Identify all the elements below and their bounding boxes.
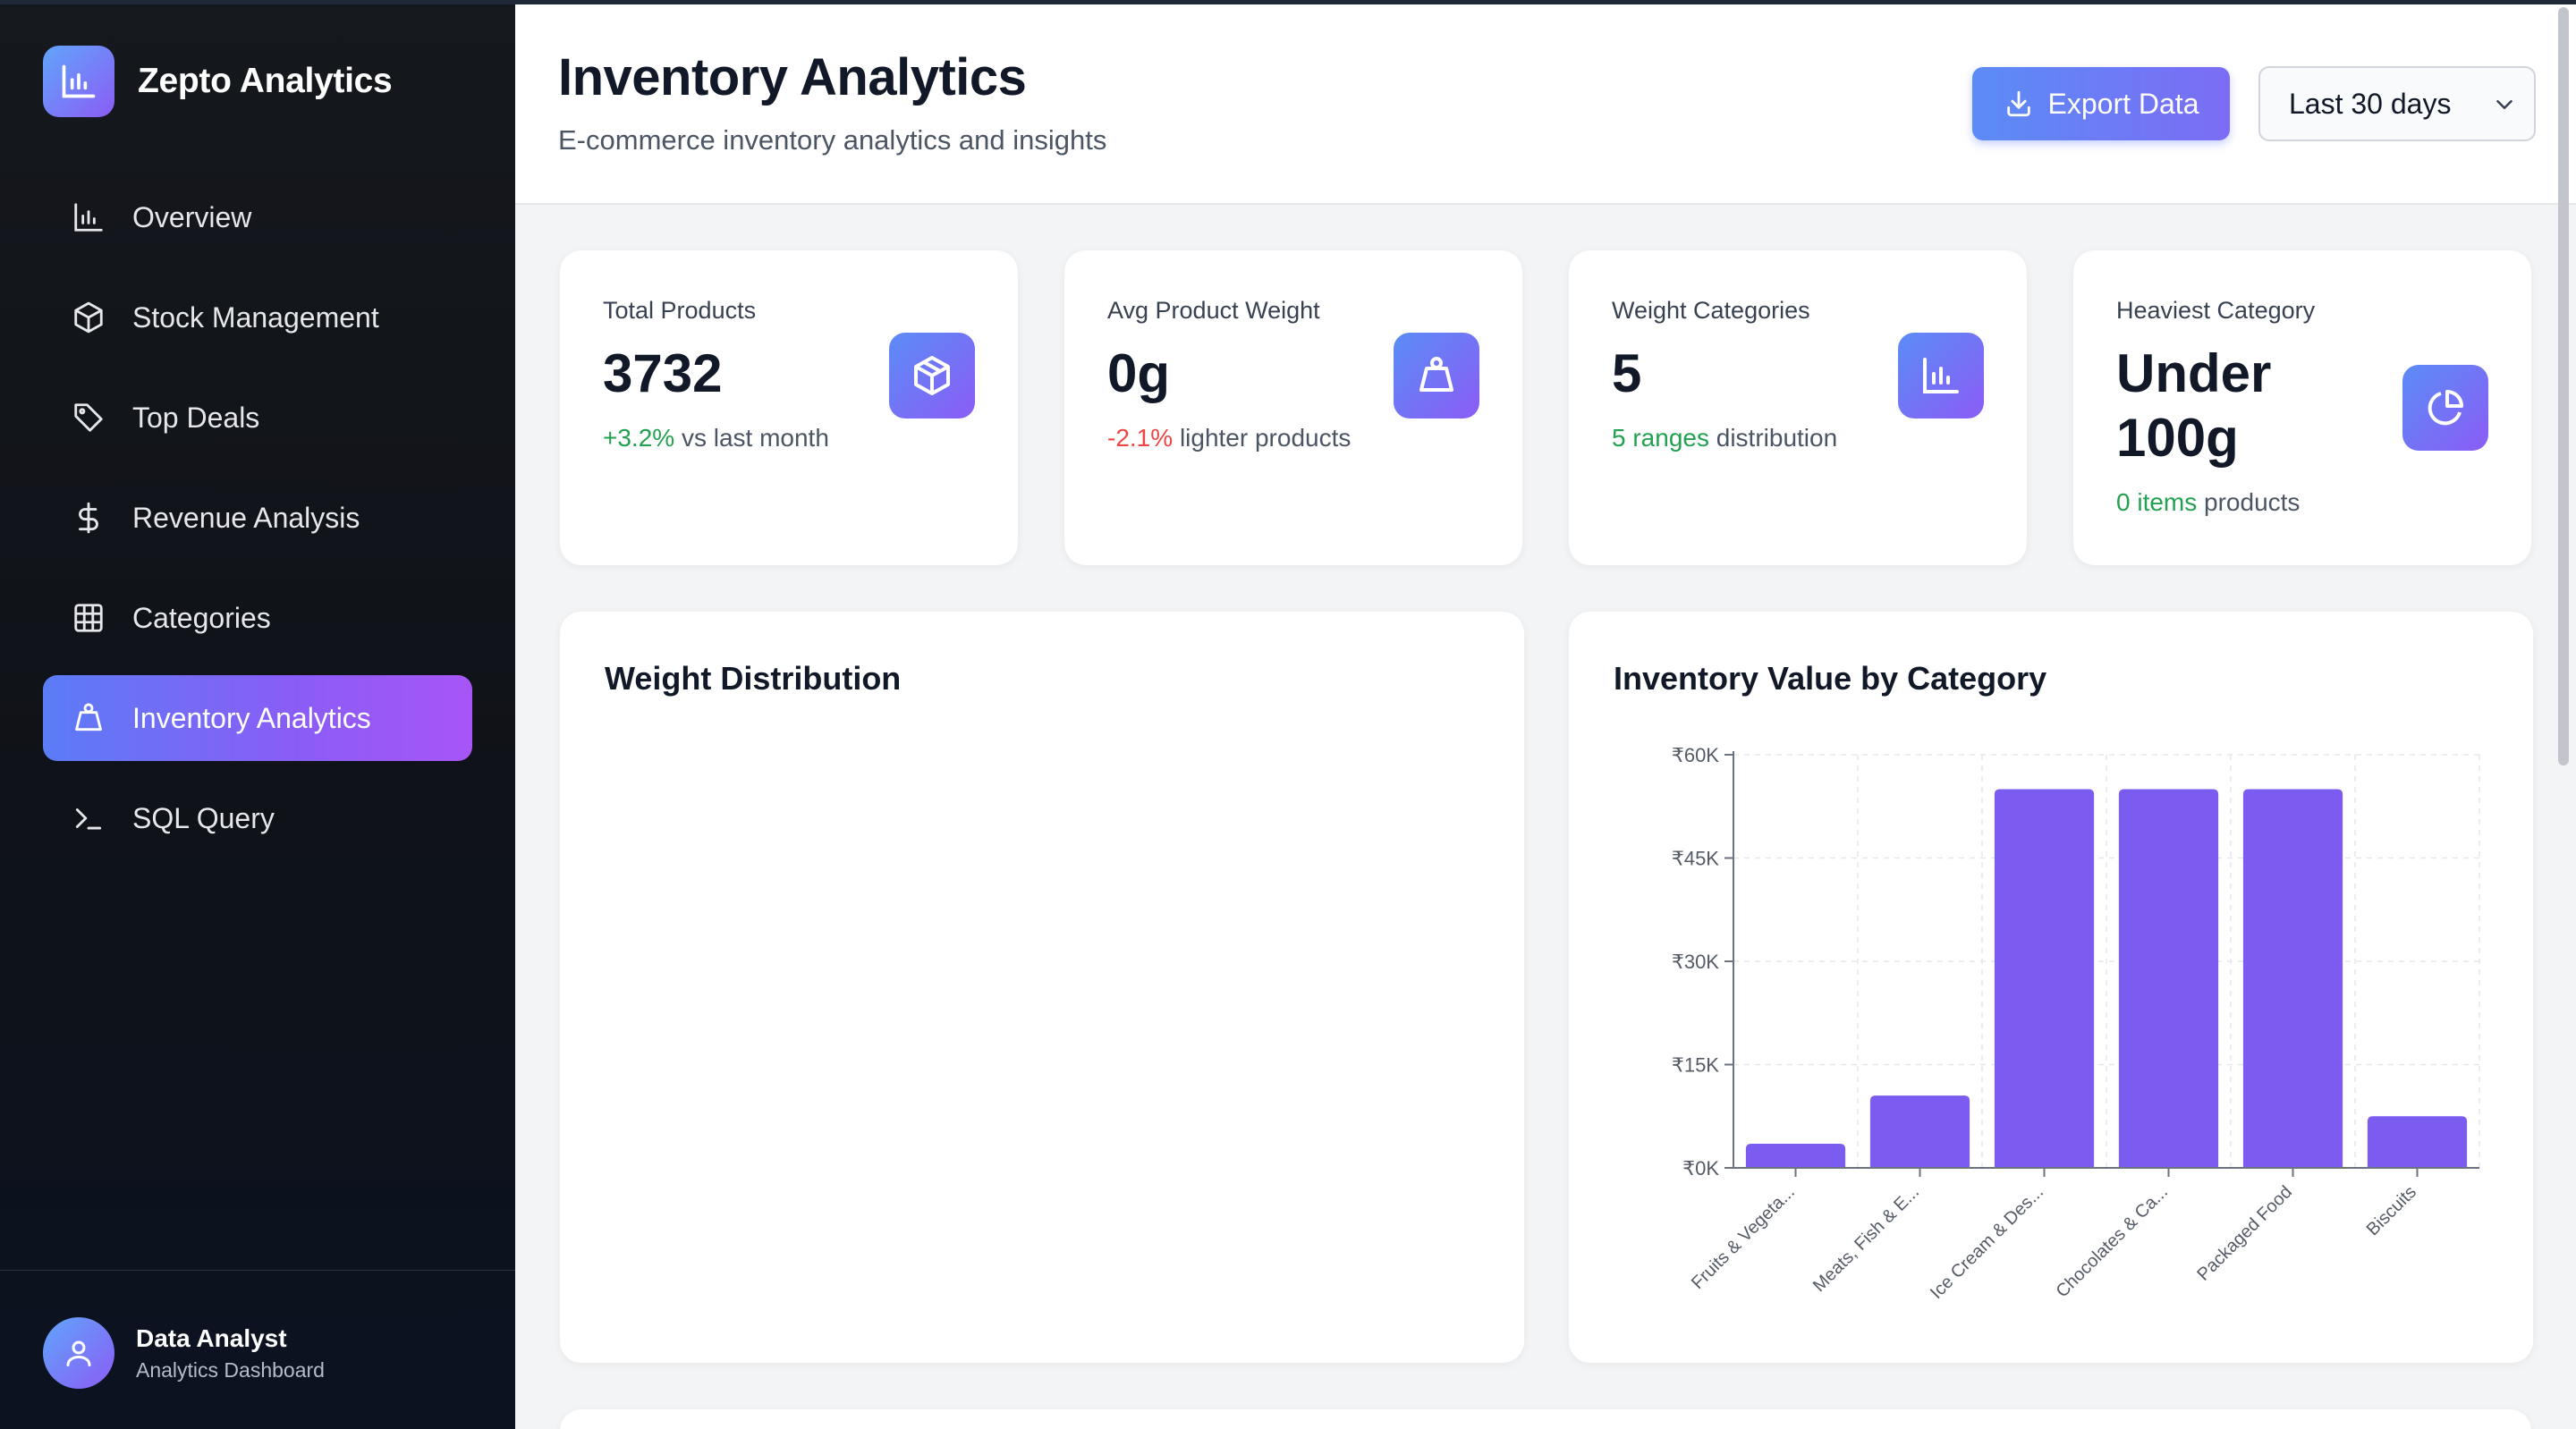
sidebar-item-label: Revenue Analysis <box>132 501 360 534</box>
stat-icon-badge <box>1898 333 1984 419</box>
x-tick-label: Biscuits <box>2363 1182 2420 1239</box>
stat-value: 5 <box>1612 343 1642 403</box>
export-data-button[interactable]: Export Data <box>1972 67 2230 140</box>
stat-trend-note: lighter products <box>1179 424 1352 452</box>
x-tick-label: Fruits & Vegeta... <box>1688 1182 1799 1293</box>
stat-trend: +3.2% vs last month <box>603 424 829 452</box>
bar-chart-icon <box>74 203 103 232</box>
stat-card-total-products: Total Products 3732 +3.2% vs last month <box>560 250 1018 565</box>
user-name: Data Analyst <box>136 1324 287 1352</box>
inventory-value-panel: Inventory Value by Category ₹0K ₹15K ₹30K ₹… <box>1569 612 2533 1363</box>
stat-trend-note: vs last month <box>681 424 829 452</box>
x-tick-label: Chocolates & Ca... <box>2053 1182 2172 1301</box>
stat-trend: 0 items products <box>2116 488 2300 517</box>
date-range-value: Last 30 days <box>2289 87 2452 120</box>
sidebar-item-overview[interactable]: Overview <box>43 174 472 260</box>
next-section-card <box>560 1409 2531 1429</box>
terminal-icon <box>75 808 102 830</box>
stat-value: 0g <box>1107 343 1171 403</box>
page-header: Inventory Analytics E-commerce inventory… <box>515 4 2576 205</box>
stat-value: Under 100g <box>2116 343 2272 468</box>
sidebar-item-categories[interactable]: Categories <box>43 575 472 661</box>
date-range-select[interactable]: Last 30 days <box>2258 66 2536 141</box>
box-icon <box>74 301 103 334</box>
tag-icon <box>74 403 103 432</box>
stat-trend-note: distribution <box>1716 424 1838 452</box>
bar <box>2242 789 2343 1168</box>
download-icon <box>2006 90 2030 117</box>
dollar-icon <box>79 502 98 534</box>
stat-trend: -2.1% lighter products <box>1107 424 1351 452</box>
weight-icon <box>1419 357 1453 392</box>
page-subtitle: E-commerce inventory analytics and insig… <box>558 124 1107 156</box>
stat-label: Avg Product Weight <box>1107 297 1320 324</box>
sidebar-item-label: Overview <box>132 200 252 233</box>
sidebar-item-label: SQL Query <box>132 801 275 834</box>
stat-trend-note: products <box>2204 488 2301 516</box>
inventory-value-bar-chart: ₹0K ₹15K ₹30K ₹45K ₹60K Fruits & Vegeta... Mea… <box>1672 744 2480 1303</box>
x-tick-label: Meats, Fish & E... <box>1809 1182 1923 1296</box>
stat-trend-value: -2.1% <box>1107 424 1174 452</box>
panel-title: Weight Distribution <box>605 660 902 697</box>
sidebar-item-label: Stock Management <box>132 300 379 334</box>
bar <box>2367 1116 2468 1168</box>
stat-card-heaviest-category: Heaviest Category Under 100g 0 items pro… <box>2073 250 2531 565</box>
sidebar-item-revenue-analysis[interactable]: Revenue Analysis <box>43 475 472 561</box>
stat-trend: 5 ranges distribution <box>1612 424 1837 452</box>
user-role: Analytics Dashboard <box>136 1358 325 1382</box>
sidebar: Zepto Analytics Overview Stock Managemen… <box>0 4 515 1429</box>
y-tick-label: ₹60K <box>1672 744 1719 766</box>
stat-card-weight-categories: Weight Categories 5 5 ranges distributio… <box>1569 250 2027 565</box>
bar <box>1994 789 2095 1168</box>
stat-trend-value: +3.2% <box>603 424 675 452</box>
stat-label: Total Products <box>603 297 757 324</box>
pie-chart-icon <box>2428 390 2463 426</box>
bar <box>1745 1144 1846 1168</box>
sidebar-item-stock-management[interactable]: Stock Management <box>43 275 472 360</box>
y-tick-label: ₹15K <box>1672 1054 1719 1077</box>
stat-trend-value: 5 ranges <box>1612 424 1709 452</box>
x-tick-label: Packaged Food <box>2193 1182 2296 1285</box>
brand-logo-bar-chart-icon <box>43 46 114 117</box>
sidebar-item-sql-query[interactable]: SQL Query <box>43 775 472 861</box>
bar <box>2118 789 2219 1168</box>
y-tick-label: ₹30K <box>1672 951 1719 973</box>
weight-distribution-panel: Weight Distribution <box>560 612 1524 1363</box>
sidebar-item-label: Top Deals <box>132 401 260 434</box>
stat-label: Weight Categories <box>1612 297 1810 324</box>
sidebar-item-label: Inventory Analytics <box>132 701 371 734</box>
x-tick-label: Ice Cream & Des... <box>1927 1182 2047 1303</box>
chevron-down-icon <box>2496 100 2512 109</box>
stat-card-avg-product-weight: Avg Product Weight 0g -2.1% lighter prod… <box>1064 250 1522 565</box>
stat-icon-badge <box>1394 333 1479 419</box>
export-data-label: Export Data <box>2047 87 2199 120</box>
user-profile[interactable]: Data Analyst Analytics Dashboard <box>0 1270 515 1429</box>
y-tick-label: ₹45K <box>1672 848 1719 870</box>
page-title: Inventory Analytics <box>558 48 1027 106</box>
sidebar-item-top-deals[interactable]: Top Deals <box>43 375 472 461</box>
stat-value: 3732 <box>603 343 723 403</box>
bar-chart-icon <box>1923 358 1959 393</box>
page-scrollbar[interactable] <box>2558 7 2569 765</box>
brand-name: Zepto Analytics <box>138 62 393 100</box>
avatar <box>43 1317 114 1389</box>
stat-label: Heaviest Category <box>2116 297 2316 324</box>
box-icon <box>914 356 950 395</box>
grid-icon <box>74 604 103 632</box>
sidebar-item-label: Categories <box>132 601 271 634</box>
brand[interactable]: Zepto Analytics <box>43 46 393 117</box>
stat-icon-badge <box>2402 365 2488 451</box>
stat-trend-value: 0 items <box>2116 488 2198 516</box>
stat-icon-badge <box>889 333 975 419</box>
y-tick-label: ₹0K <box>1682 1157 1719 1180</box>
sidebar-nav: Overview Stock Management Top Deals Reve… <box>43 174 472 875</box>
user-icon <box>66 1340 91 1366</box>
bar <box>1869 1095 1970 1168</box>
weight-icon <box>75 703 102 731</box>
sidebar-item-inventory-analytics[interactable]: Inventory Analytics <box>43 675 472 761</box>
